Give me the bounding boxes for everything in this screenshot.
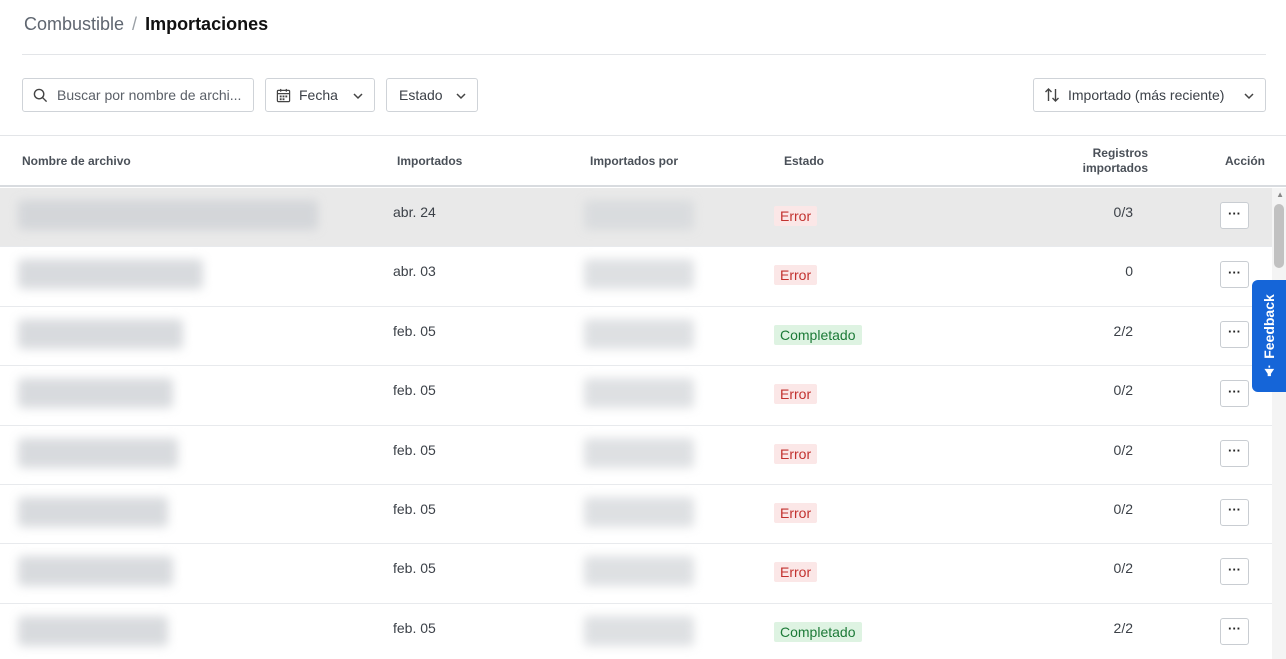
imported-by-cell-redacted xyxy=(584,318,694,349)
row-actions-button[interactable]: ··· xyxy=(1220,617,1249,645)
imported-date-cell: feb. 05 xyxy=(393,382,436,399)
scroll-up-icon[interactable]: ▲ xyxy=(1276,190,1284,199)
row-actions-button[interactable]: ··· xyxy=(1220,439,1249,467)
filename-cell-redacted xyxy=(18,200,318,230)
records-cell: 0/2 xyxy=(1113,500,1133,517)
status-filter-dropdown[interactable]: Estado xyxy=(386,78,478,112)
table-row[interactable]: feb. 05 Error 0/2 ··· xyxy=(0,366,1286,426)
table-row[interactable]: abr. 24 Error 0/3 ··· xyxy=(0,188,1286,248)
row-actions-button[interactable]: ··· xyxy=(1220,261,1249,289)
table-body: abr. 24 Error 0/3 ··· abr. 03 Error 0 ··· feb. 0… xyxy=(0,188,1286,659)
filename-cell-redacted xyxy=(18,378,173,409)
column-header-imported-by[interactable]: Importados por xyxy=(590,136,678,186)
sort-label: Importado (más reciente) xyxy=(1068,87,1225,103)
calendar-icon xyxy=(276,88,291,102)
table-row[interactable]: feb. 05 Error 0/2 ··· xyxy=(0,544,1286,604)
status-badge: Error xyxy=(774,384,818,405)
column-header-records-line2: importados xyxy=(1082,161,1148,175)
imported-by-cell-redacted xyxy=(584,556,694,587)
toolbar: Fecha Estado Importado (más reciente) xyxy=(22,78,1266,112)
scrollbar-thumb[interactable] xyxy=(1274,204,1284,268)
imported-by-cell-redacted xyxy=(584,378,694,409)
imported-by-cell-redacted xyxy=(584,615,694,646)
records-cell: 2/2 xyxy=(1113,619,1133,636)
filename-cell-redacted xyxy=(18,259,203,290)
filename-cell-redacted xyxy=(18,437,178,468)
date-filter-label: Fecha xyxy=(299,87,338,103)
imported-date-cell: feb. 05 xyxy=(393,441,436,458)
column-header-status[interactable]: Estado xyxy=(784,136,824,186)
table-row[interactable]: feb. 05 Completado 2/2 ··· xyxy=(0,603,1286,659)
filename-cell-redacted xyxy=(18,615,168,646)
chevron-down-icon xyxy=(456,93,466,100)
imported-date-cell: abr. 03 xyxy=(393,263,436,280)
row-actions-button[interactable]: ··· xyxy=(1220,320,1249,348)
imported-by-cell-redacted xyxy=(584,259,694,290)
imported-by-cell-redacted xyxy=(584,496,694,527)
search-input[interactable] xyxy=(57,87,247,103)
filename-cell-redacted xyxy=(18,556,173,587)
status-badge: Completado xyxy=(774,621,862,642)
status-badge: Error xyxy=(774,443,818,464)
column-header-records-line1: Registros xyxy=(1092,146,1148,160)
row-actions-button[interactable]: ··· xyxy=(1220,202,1249,229)
feedback-label: Feedback xyxy=(1261,294,1277,359)
breadcrumb: Combustible / Importaciones xyxy=(24,14,268,35)
date-filter-dropdown[interactable]: Fecha xyxy=(265,78,375,112)
records-cell: 0 xyxy=(1125,263,1133,280)
filename-cell-redacted xyxy=(18,318,183,349)
status-badge: Error xyxy=(774,562,818,583)
chevron-down-icon xyxy=(353,93,363,100)
imported-date-cell: abr. 24 xyxy=(393,204,436,220)
imported-date-cell: feb. 05 xyxy=(393,500,436,517)
header-divider xyxy=(22,54,1266,55)
row-actions-button[interactable]: ··· xyxy=(1220,558,1249,586)
filename-cell-redacted xyxy=(18,496,168,527)
table-row[interactable]: feb. 05 Error 0/2 ··· xyxy=(0,425,1286,485)
status-badge: Completado xyxy=(774,324,862,345)
table-row[interactable]: feb. 05 Error 0/2 ··· xyxy=(0,484,1286,545)
records-cell: 0/3 xyxy=(1113,204,1133,220)
status-badge: Error xyxy=(774,502,818,523)
table-row[interactable]: abr. 03 Error 0 ··· xyxy=(0,247,1286,307)
search-box[interactable] xyxy=(22,78,254,112)
records-cell: 2/2 xyxy=(1113,322,1133,339)
records-cell: 0/2 xyxy=(1113,441,1133,458)
page-title: Importaciones xyxy=(145,14,269,34)
megaphone-icon xyxy=(1264,365,1274,377)
column-header-records[interactable]: Registros importados xyxy=(1068,136,1148,186)
imported-date-cell: feb. 05 xyxy=(393,619,436,636)
chevron-down-icon xyxy=(1244,93,1254,100)
status-badge: Error xyxy=(774,206,818,226)
breadcrumb-parent-link[interactable]: Combustible xyxy=(24,14,124,35)
row-actions-button[interactable]: ··· xyxy=(1220,380,1249,408)
search-icon xyxy=(33,88,48,103)
imported-by-cell-redacted xyxy=(584,200,694,230)
imported-date-cell: feb. 05 xyxy=(393,560,436,577)
column-header-imported[interactable]: Importados xyxy=(397,136,462,186)
status-filter-label: Estado xyxy=(399,87,443,103)
table-header: Nombre de archivo Importados Importados … xyxy=(0,136,1286,187)
records-cell: 0/2 xyxy=(1113,382,1133,399)
imported-date-cell: feb. 05 xyxy=(393,322,436,339)
breadcrumb-separator: / xyxy=(132,14,138,34)
sort-arrows-icon xyxy=(1045,88,1059,102)
status-badge: Error xyxy=(774,265,818,286)
feedback-tab[interactable]: Feedback xyxy=(1252,280,1286,392)
table-row[interactable]: feb. 05 Completado 2/2 ··· xyxy=(0,306,1286,367)
records-cell: 0/2 xyxy=(1113,560,1133,577)
row-actions-button[interactable]: ··· xyxy=(1220,498,1249,526)
column-header-action: Acción xyxy=(1224,154,1265,168)
imported-by-cell-redacted xyxy=(584,437,694,468)
column-header-filename[interactable]: Nombre de archivo xyxy=(22,136,131,186)
sort-dropdown[interactable]: Importado (más reciente) xyxy=(1033,78,1266,112)
